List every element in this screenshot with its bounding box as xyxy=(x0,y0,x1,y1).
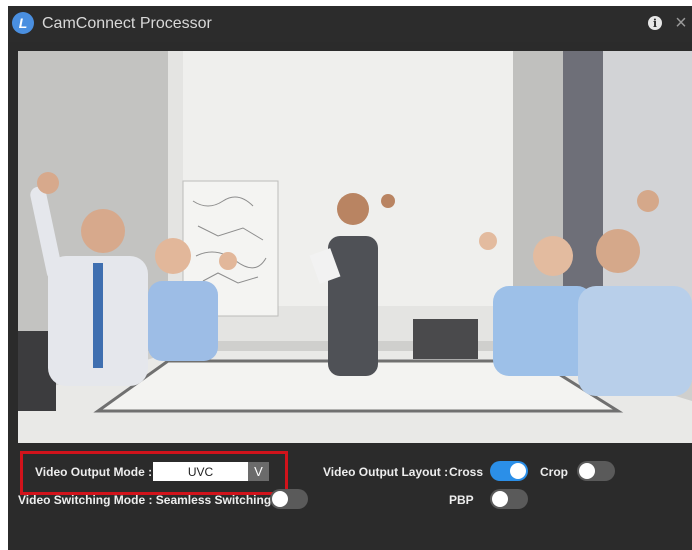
video-preview xyxy=(18,51,692,443)
app-window: L CamConnect Processor i × Video Output … xyxy=(8,6,692,550)
toggle-knob xyxy=(579,463,595,479)
switching-mode-toggle[interactable] xyxy=(270,489,308,509)
layout-crop-toggle[interactable] xyxy=(577,461,615,481)
highlight-box xyxy=(20,451,288,495)
layout-cross-label: Cross xyxy=(449,465,484,479)
layout-cross-toggle[interactable] xyxy=(490,461,528,481)
toggle-knob xyxy=(510,463,526,479)
title-bar: L CamConnect Processor i × xyxy=(8,6,692,42)
controls-panel: Video Output Mode : UVC V Video Switchin… xyxy=(8,444,692,550)
video-frame xyxy=(18,51,692,443)
toggle-knob xyxy=(492,491,508,507)
layout-pbp-label: PBP xyxy=(449,493,474,507)
layout-pbp-toggle[interactable] xyxy=(490,489,528,509)
close-icon[interactable]: × xyxy=(672,11,690,35)
output-layout-label: Video Output Layout : xyxy=(323,465,449,479)
app-logo-icon: L xyxy=(12,12,34,34)
layout-crop-label: Crop xyxy=(540,465,568,479)
info-icon[interactable]: i xyxy=(648,16,662,30)
switching-mode-label: Video Switching Mode : Seamless Switchin… xyxy=(18,493,272,507)
toggle-knob xyxy=(272,491,288,507)
app-title: CamConnect Processor xyxy=(42,15,212,32)
